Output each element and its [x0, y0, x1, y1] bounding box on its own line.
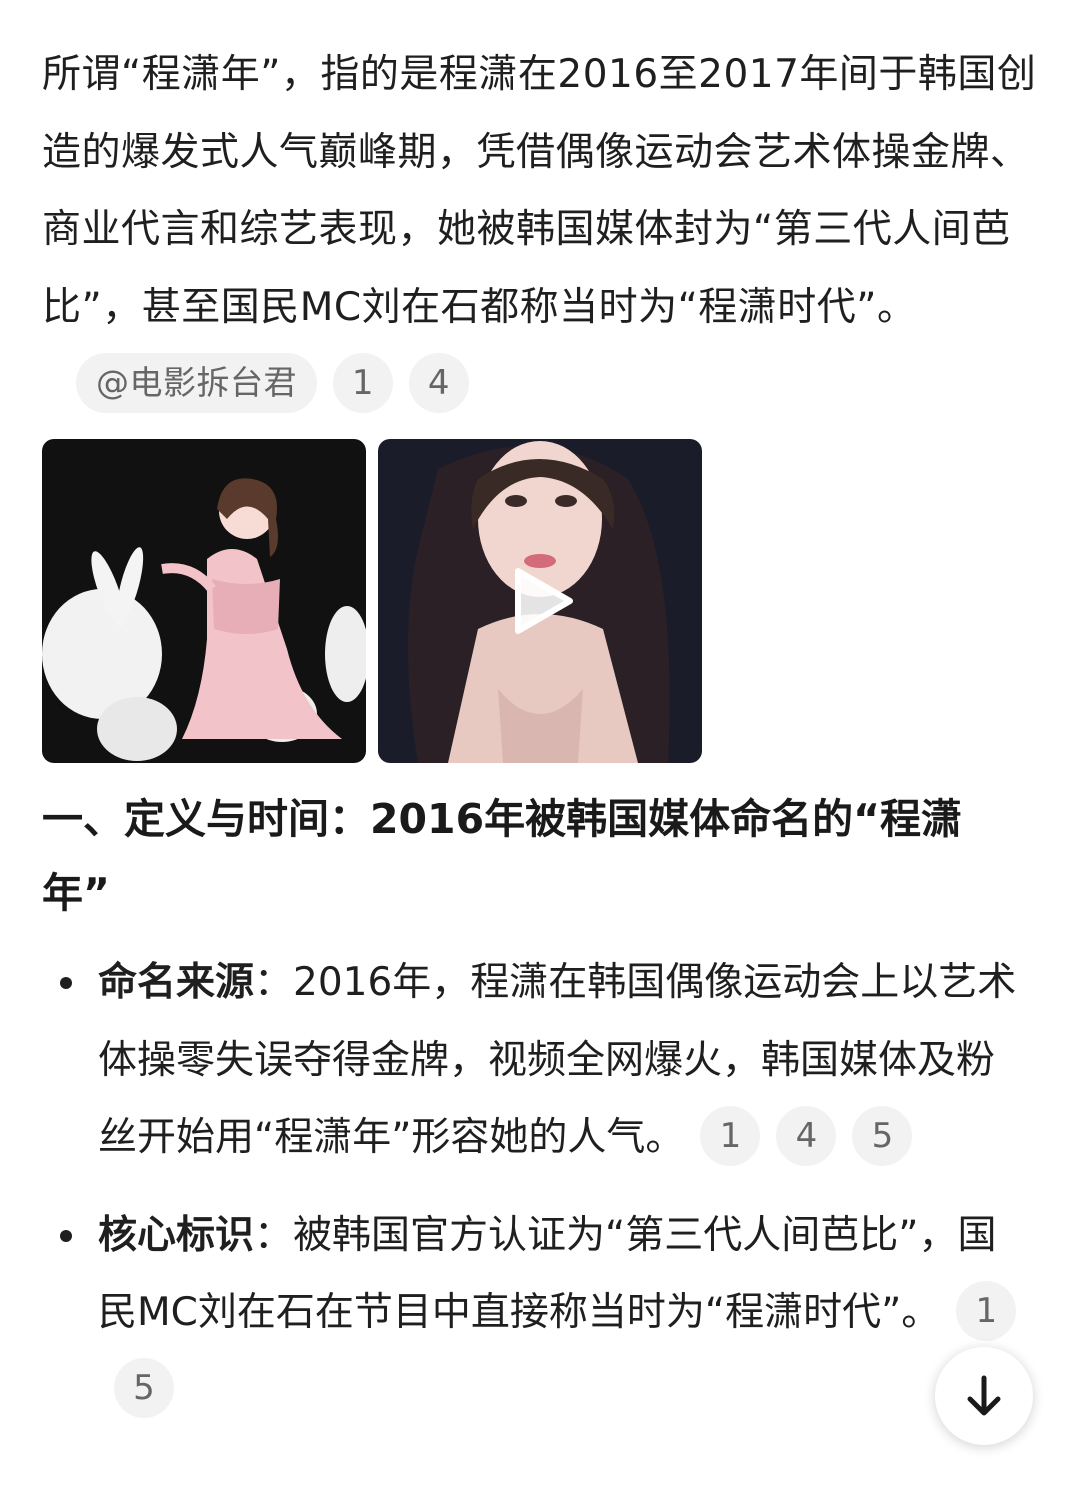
citation-chip[interactable]: 5 — [852, 1105, 913, 1166]
bullet-dot — [60, 977, 72, 989]
intro-paragraph: 所谓“程潇年”，指的是程潇在2016至2017年间于韩国创造的爆发式人气巅峰期，… — [42, 36, 1038, 424]
bullet-list: 命名来源：2016年，程潇在韩国偶像运动会上以艺术体操零失误夺得金牌，视频全网爆… — [42, 944, 1022, 1449]
bullet-dot — [60, 1229, 72, 1242]
citation-chip[interactable]: 4 — [776, 1105, 837, 1166]
bullet-lead: 命名来源 — [98, 960, 255, 1005]
source-chip[interactable]: @电影拆台君 — [76, 352, 317, 413]
photo-pink-gown-rabbits — [42, 439, 366, 763]
citation-chip[interactable]: 4 — [409, 352, 469, 413]
arrow-down-icon — [967, 1375, 1001, 1416]
play-icon[interactable] — [510, 567, 576, 635]
section-title: 一、定义与时间：2016年被韩国媒体命名的“程潇年” — [42, 795, 963, 917]
list-item: 命名来源：2016年，程潇在韩国偶像运动会上以艺术体操零失误夺得金牌，视频全网爆… — [42, 944, 1022, 1177]
image-gallery — [42, 439, 702, 763]
photo-thumbnail[interactable] — [42, 439, 366, 763]
bullet-lead: 核心标识 — [98, 1212, 255, 1258]
citation-chip[interactable]: 5 — [114, 1358, 174, 1418]
intro-text: 所谓“程潇年”，指的是程潇在2016至2017年间于韩国创造的爆发式人气巅峰期，… — [42, 52, 1037, 330]
video-thumbnail[interactable] — [378, 439, 702, 763]
bullet-separator: ： — [254, 1212, 294, 1258]
list-item: 核心标识：被韩国官方认证为“第三代人间芭比”，国民MC刘在石在节目中直接称当时为… — [42, 1197, 1022, 1430]
citation-chip[interactable]: 1 — [700, 1105, 761, 1166]
bullet-separator: ： — [254, 960, 294, 1005]
citation-chip[interactable]: 1 — [333, 352, 393, 413]
citation-chip[interactable]: 1 — [956, 1280, 1017, 1341]
scroll-down-button[interactable] — [935, 1347, 1033, 1445]
